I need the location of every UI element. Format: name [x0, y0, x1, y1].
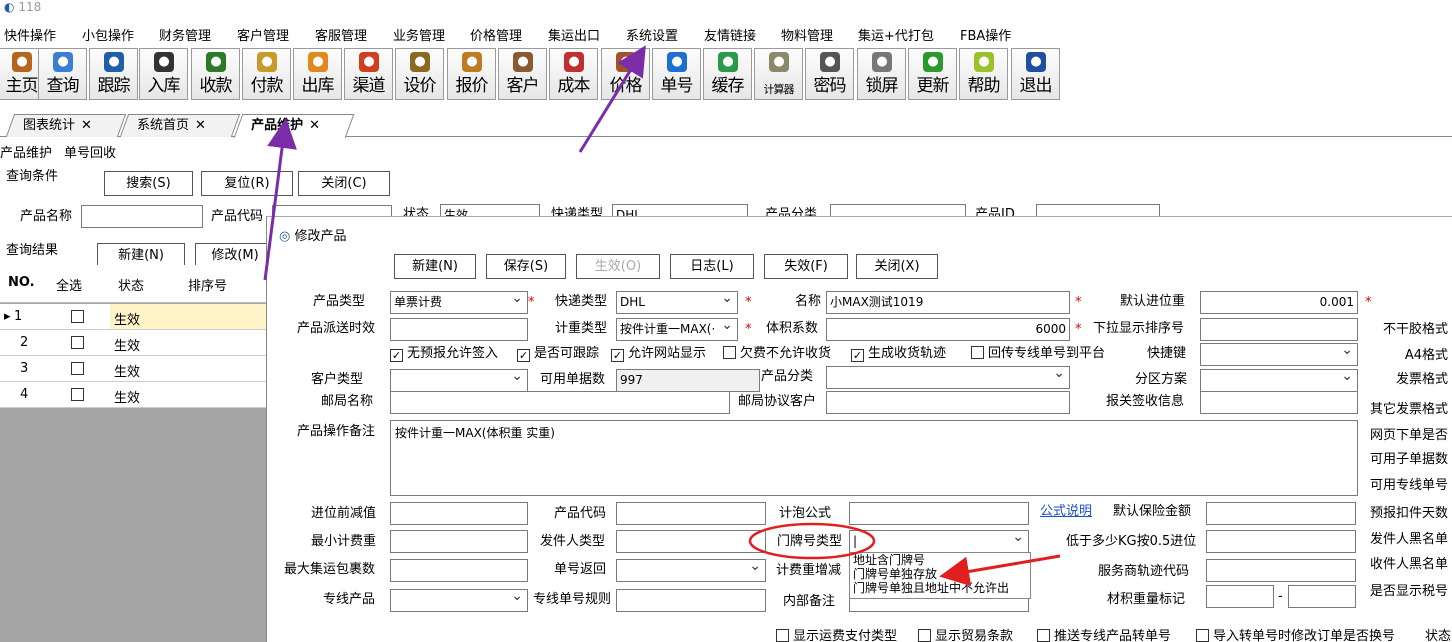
purple-arrow-annotation	[263, 118, 297, 281]
red-circle-annotation	[748, 522, 876, 560]
purple-arrow-annotation	[578, 45, 646, 153]
red-arrow-annotation	[939, 554, 1061, 587]
annotation-overlay	[263, 45, 1061, 587]
